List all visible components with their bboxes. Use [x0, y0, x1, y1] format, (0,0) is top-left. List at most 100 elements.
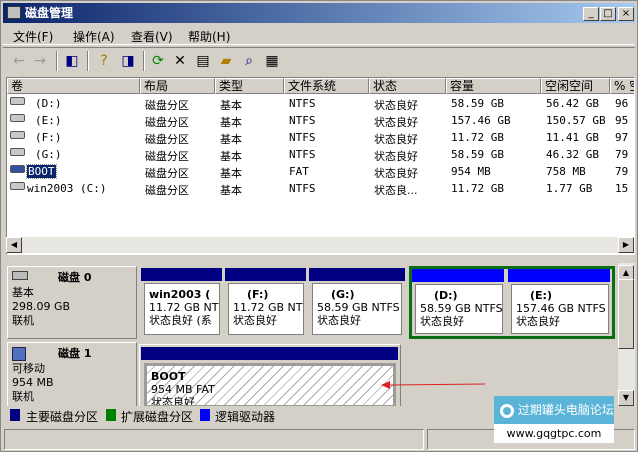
minimize-button[interactable]: _ [583, 7, 599, 21]
cell: 157.46 GB [451, 114, 511, 127]
forward-icon[interactable]: → [31, 52, 49, 70]
cell: 56.42 GB [546, 97, 599, 110]
cell: 11.72 GB [451, 182, 504, 195]
menu-action[interactable]: 操作(A) [73, 28, 115, 45]
cell: 11.72 GB [451, 131, 504, 144]
watermark-text: 过期罐头电脑论坛 [517, 403, 614, 417]
column-header-free-space[interactable]: 空闲空间 [541, 78, 610, 94]
properties-icon[interactable]: ▤ [194, 52, 212, 70]
maximize-button[interactable]: □ [600, 7, 616, 21]
cell: 96 % [615, 97, 634, 110]
refresh-icon[interactable]: ⟳ [149, 52, 167, 70]
drive-icon [10, 97, 25, 105]
partition-status: 状态良好 [233, 314, 277, 327]
column-header-percent-free[interactable]: % 空 [610, 78, 634, 94]
partition-3[interactable]: (D:) 58.59 GB NTFS 状态良好 [415, 284, 503, 334]
column-header-status[interactable]: 状态 [369, 78, 446, 94]
partition-1[interactable]: (F:) 11.72 GB NTI 状态良好 [228, 283, 304, 335]
watermark: 过期罐头电脑论坛 www.gqgtpc.com [494, 396, 614, 443]
cell: 758 MB [546, 165, 586, 178]
partition-4[interactable]: (E:) 157.46 GB NTFS 状态良好 [511, 284, 609, 334]
cell: 状态良好 [374, 99, 418, 112]
column-header-type[interactable]: 类型 [215, 78, 284, 94]
volume-list: 卷 布局 类型 文件系统 状态 容量 空闲空间 % 空 (D:)磁盘分区基本NT… [6, 77, 635, 255]
table-row[interactable]: (D:) 磁盘分区 基本 NTFS 状态良好 58.59 GB 56.42 GB 96 % [7, 95, 634, 112]
cell: 状态良... [374, 184, 418, 197]
drive-icon [10, 131, 25, 139]
column-header-volume[interactable]: 卷 [7, 78, 140, 94]
removable-disk-icon [10, 165, 25, 173]
table-row[interactable]: BOOT 磁盘分区 基本 FAT 状态良好 954 MB 758 MB 79 % [7, 163, 634, 180]
cell: 954 MB [451, 165, 491, 178]
graph-vertical-scrollbar[interactable]: ▲ ▼ [618, 263, 635, 406]
cell: 1.77 GB [546, 182, 593, 195]
partition-status: 状态良好 [317, 314, 361, 327]
partition-0[interactable]: win2003 (11.72 GB NTI 状态良好 (系 [144, 283, 220, 335]
cell: 58.59 GB [451, 148, 504, 161]
partition-info: 157.46 GB NTFS [516, 302, 606, 315]
scroll-thumb[interactable] [618, 279, 634, 349]
scroll-right-button[interactable]: ▶ [618, 237, 634, 253]
menu-file[interactable]: 文件(F) [13, 28, 53, 45]
show-hide-console-tree-icon[interactable]: ◧ [63, 52, 81, 70]
legend-swatch-logical [200, 409, 210, 421]
table-row[interactable]: (G:) 磁盘分区 基本 NTFS 状态良好 58.59 GB 46.32 GB 79 % [7, 146, 634, 163]
cell: 状态良好 [374, 150, 418, 163]
help-icon[interactable]: ? [95, 52, 113, 70]
delete-icon[interactable]: ✕ [171, 52, 189, 70]
column-header-layout[interactable]: 布局 [140, 78, 215, 94]
drive-icon [10, 148, 25, 156]
partition-status: 状态良好 [516, 315, 560, 328]
scroll-down-button[interactable]: ▼ [618, 390, 634, 406]
find-icon[interactable]: ⌕ [240, 52, 258, 70]
partition-info: 58.59 GB NTFS [420, 302, 503, 315]
partition-name: BOOT [151, 370, 186, 383]
partition-status: 状态良好 (系 [149, 314, 212, 327]
cell: NTFS [289, 97, 316, 110]
red-arrow-annotation [381, 381, 486, 389]
cell: (F:) [35, 131, 62, 144]
partition-info: 11.72 GB NTI [149, 301, 220, 314]
cell: 磁盘分区 [145, 184, 189, 197]
disk-size: 954 MB [12, 376, 54, 389]
cell: 状态良好 [374, 133, 418, 146]
table-row[interactable]: (F:) 磁盘分区 基本 NTFS 状态良好 11.72 GB 11.41 GB 97 % [7, 129, 634, 146]
disk-status: 联机 [12, 314, 34, 327]
scroll-left-button[interactable]: ◀ [6, 237, 22, 253]
cell: 97 % [615, 131, 634, 144]
legend-primary: 主要磁盘分区 [26, 410, 99, 424]
window-title: 磁盘管理 [25, 6, 74, 20]
cell: 磁盘分区 [145, 116, 189, 129]
column-header-filesystem[interactable]: 文件系统 [284, 78, 369, 94]
settings-icon[interactable]: ▦ [263, 52, 281, 70]
cell: NTFS [289, 114, 316, 127]
back-icon[interactable]: ← [10, 52, 28, 70]
legend-swatch-primary [10, 409, 20, 421]
menu-view[interactable]: 查看(V) [131, 28, 173, 45]
legend-swatch-extended [106, 409, 116, 421]
cell: 15 % [615, 182, 634, 195]
disk-0-label[interactable]: 磁盘 0 基本 298.09 GB 联机 [7, 266, 137, 339]
disk-1-label[interactable]: 磁盘 1 可移动 954 MB 联机 [7, 342, 137, 406]
menu-help[interactable]: 帮助(H) [188, 28, 230, 45]
open-icon[interactable]: ▰ [217, 52, 235, 70]
table-row[interactable]: win2003 (C:) 磁盘分区 基本 NTFS 状态良... 11.72 GB 1.77… [7, 180, 634, 197]
partition-name: (G:) [331, 288, 355, 301]
disk-name: 磁盘 0 [58, 271, 92, 284]
cell: 磁盘分区 [145, 167, 189, 180]
disk-management-window: 磁盘管理 _ □ × 文件(F) 操作(A) 查看(V) 帮助(H) ← → ◧… [0, 0, 638, 452]
menu-bar: 文件(F) 操作(A) 查看(V) 帮助(H) [3, 25, 635, 45]
close-button[interactable]: × [618, 7, 634, 21]
hard-disk-icon [12, 271, 28, 280]
disk-type: 可移动 [12, 362, 45, 375]
column-header-capacity[interactable]: 容量 [446, 78, 541, 94]
cell: 46.32 GB [546, 148, 599, 161]
drive-icon [10, 114, 25, 122]
show-hide-action-pane-icon[interactable]: ◨ [119, 52, 137, 70]
list-horizontal-scrollbar[interactable]: ◀ ▶ [6, 237, 634, 253]
partition-info: 954 MB FAT [151, 383, 215, 396]
partition-boot[interactable]: BOOT 954 MB FAT 状态良好 [144, 363, 396, 406]
cell: 基本 [220, 184, 242, 197]
partition-2[interactable]: (G:) 58.59 GB NTFS 状态良好 [312, 283, 402, 335]
table-row[interactable]: (E:) 磁盘分区 基本 NTFS 状态良好 157.46 GB 150.57 GB 95 % [7, 112, 634, 129]
